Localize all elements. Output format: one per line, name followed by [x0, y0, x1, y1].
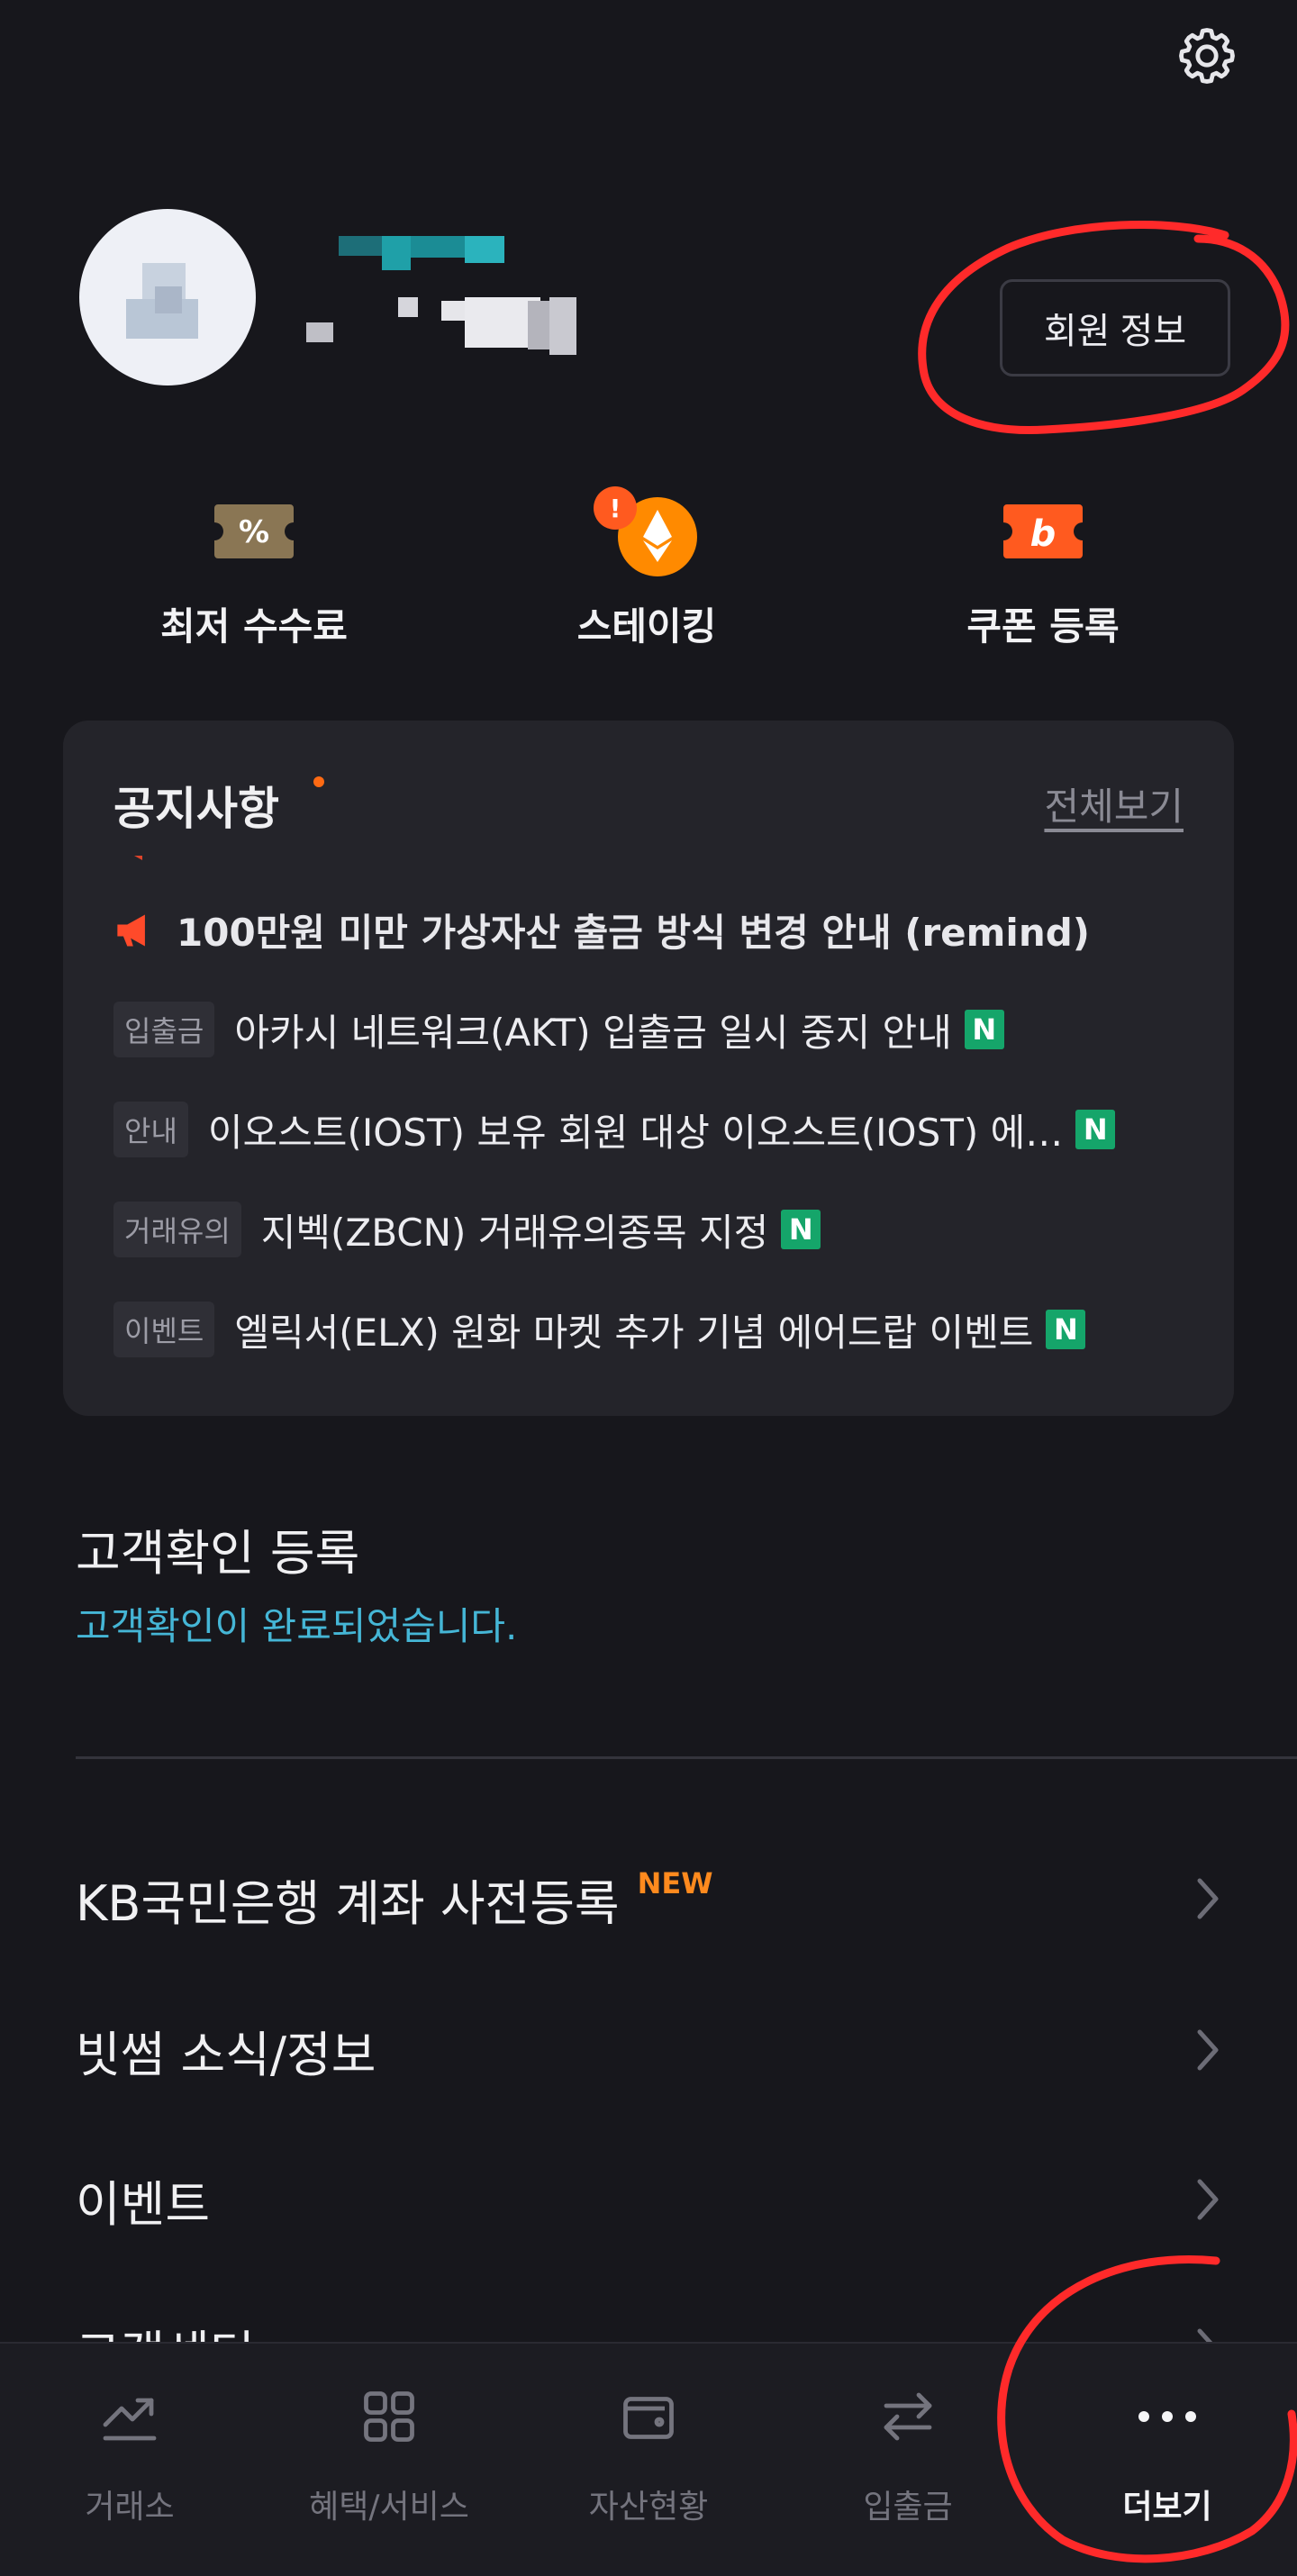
- settings-button[interactable]: [1171, 20, 1243, 92]
- nav-more[interactable]: 더보기: [1038, 2376, 1297, 2527]
- new-badge: N: [964, 1010, 1004, 1049]
- quick-coupon[interactable]: b 쿠폰 등록: [908, 486, 1178, 651]
- notice-row[interactable]: 이벤트 엘릭서(ELX) 원화 마켓 추가 기념 에어드랍 이벤트 N: [113, 1300, 1086, 1359]
- nav-label: 입출금: [863, 2489, 953, 2526]
- notice-tag: 이벤트: [113, 1302, 215, 1357]
- transfer-arrows-icon: [884, 2392, 932, 2441]
- gear-icon: [1179, 28, 1235, 84]
- avatar[interactable]: [79, 209, 256, 385]
- nav-label: 더보기: [1122, 2489, 1212, 2526]
- notice-text: 엘릭서(ELX) 원화 마켓 추가 기념 에어드랍 이벤트: [234, 1310, 1034, 1355]
- menu-item-bithumb-news[interactable]: 빗썸 소식/정보: [0, 1978, 1297, 2122]
- ticker-text: 100만원 미만 가상자산 출금 방식 변경 안내 (remind): [177, 911, 1090, 955]
- percent-ticket-icon: %: [214, 504, 294, 558]
- new-badge: N: [1046, 1310, 1086, 1349]
- profile-name-redacted: [306, 236, 603, 371]
- menu-label: KB국민은행 계좌 사전등록: [76, 1874, 620, 1932]
- more-dots-icon: [1138, 2411, 1196, 2422]
- view-all-link[interactable]: 전체보기: [1044, 776, 1184, 831]
- bottom-nav: 거래소 혜택/서비스 자산현황 입출금 더보기: [0, 2342, 1297, 2576]
- notice-tag: 안내: [113, 1102, 188, 1157]
- quick-label: 쿠폰 등록: [966, 604, 1120, 649]
- chevron-right-icon: [1197, 2179, 1219, 2220]
- menu-label-wrap: KB국민은행 계좌 사전등록 NEW: [76, 1864, 713, 1935]
- megaphone-icon: [117, 914, 145, 946]
- divider: [76, 1756, 1297, 1759]
- wallet-icon: [623, 2397, 674, 2439]
- chevron-right-icon: [1197, 2029, 1219, 2071]
- nav-benefits[interactable]: 혜택/서비스: [259, 2376, 519, 2527]
- svg-text:!: !: [610, 494, 621, 523]
- coupon-icon: b: [1003, 504, 1083, 558]
- notice-text: 아카시 네트워크(AKT) 입출금 일시 중지 안내: [234, 1010, 952, 1055]
- notice-new-dot: [313, 776, 324, 787]
- notice-row[interactable]: 입출금 아카시 네트워크(AKT) 입출금 일시 중지 안내 N: [113, 1000, 1004, 1059]
- menu-label: 빗썸 소식/정보: [76, 2026, 376, 2083]
- quick-lowest-fee[interactable]: % 최저 수수료: [119, 486, 389, 651]
- nav-label: 혜택/서비스: [309, 2489, 469, 2526]
- notice-tag: 입출금: [113, 1002, 215, 1057]
- notice-text: 이오스트(IOST) 보유 회원 대상 이오스트(IOST) 에…: [207, 1110, 1064, 1155]
- notice-tag: 거래유의: [113, 1202, 241, 1257]
- menu-item-kb-bank-preregister[interactable]: KB국민은행 계좌 사전등록 NEW: [0, 1827, 1297, 1971]
- trend-chart-icon: [103, 2398, 157, 2441]
- menu-label: 이벤트: [76, 2175, 211, 2233]
- kyc-title[interactable]: 고객확인 등록: [76, 1513, 359, 1584]
- nav-label: 거래소: [85, 2489, 175, 2526]
- nav-assets[interactable]: 자산현황: [519, 2376, 778, 2527]
- new-badge: N: [1075, 1110, 1116, 1149]
- member-info-button[interactable]: 회원 정보: [1000, 279, 1230, 376]
- grid-icon: [364, 2391, 414, 2442]
- new-badge: N: [781, 1210, 821, 1249]
- megaphone-icon: [134, 856, 142, 860]
- notice-row[interactable]: 안내 이오스트(IOST) 보유 회원 대상 이오스트(IOST) 에… N: [113, 1100, 1116, 1159]
- ethereum-coin-icon: !: [594, 486, 697, 576]
- notice-ticker[interactable]: 100만원 미만 가상자산 출금 방식 변경 안내 (remind): [63, 856, 1234, 957]
- kyc-status: 고객확인이 완료되었습니다.: [76, 1604, 518, 1648]
- nav-deposit-withdraw[interactable]: 입출금: [778, 2376, 1038, 2527]
- nav-label: 자산현황: [588, 2489, 709, 2526]
- quick-label: 최저 수수료: [160, 604, 348, 649]
- quick-label: 스테이킹: [576, 604, 717, 649]
- svg-text:%: %: [239, 514, 269, 550]
- notice-row[interactable]: 거래유의 지벡(ZBCN) 거래유의종목 지정 N: [113, 1200, 821, 1259]
- quick-staking[interactable]: ! 스테이킹: [512, 486, 782, 651]
- notice-title: 공지사항: [113, 783, 279, 835]
- new-badge: NEW: [637, 1865, 713, 1900]
- notice-text: 지벡(ZBCN) 거래유의종목 지정: [260, 1210, 769, 1255]
- menu-item-events[interactable]: 이벤트: [0, 2127, 1297, 2272]
- notice-card: 공지사항 전체보기 100만원 미만 가상자산 출금 방식 변경 안내 (rem…: [63, 721, 1234, 1416]
- nav-exchange[interactable]: 거래소: [0, 2376, 259, 2527]
- svg-text:b: b: [1030, 513, 1057, 555]
- chevron-right-icon: [1197, 1878, 1219, 1919]
